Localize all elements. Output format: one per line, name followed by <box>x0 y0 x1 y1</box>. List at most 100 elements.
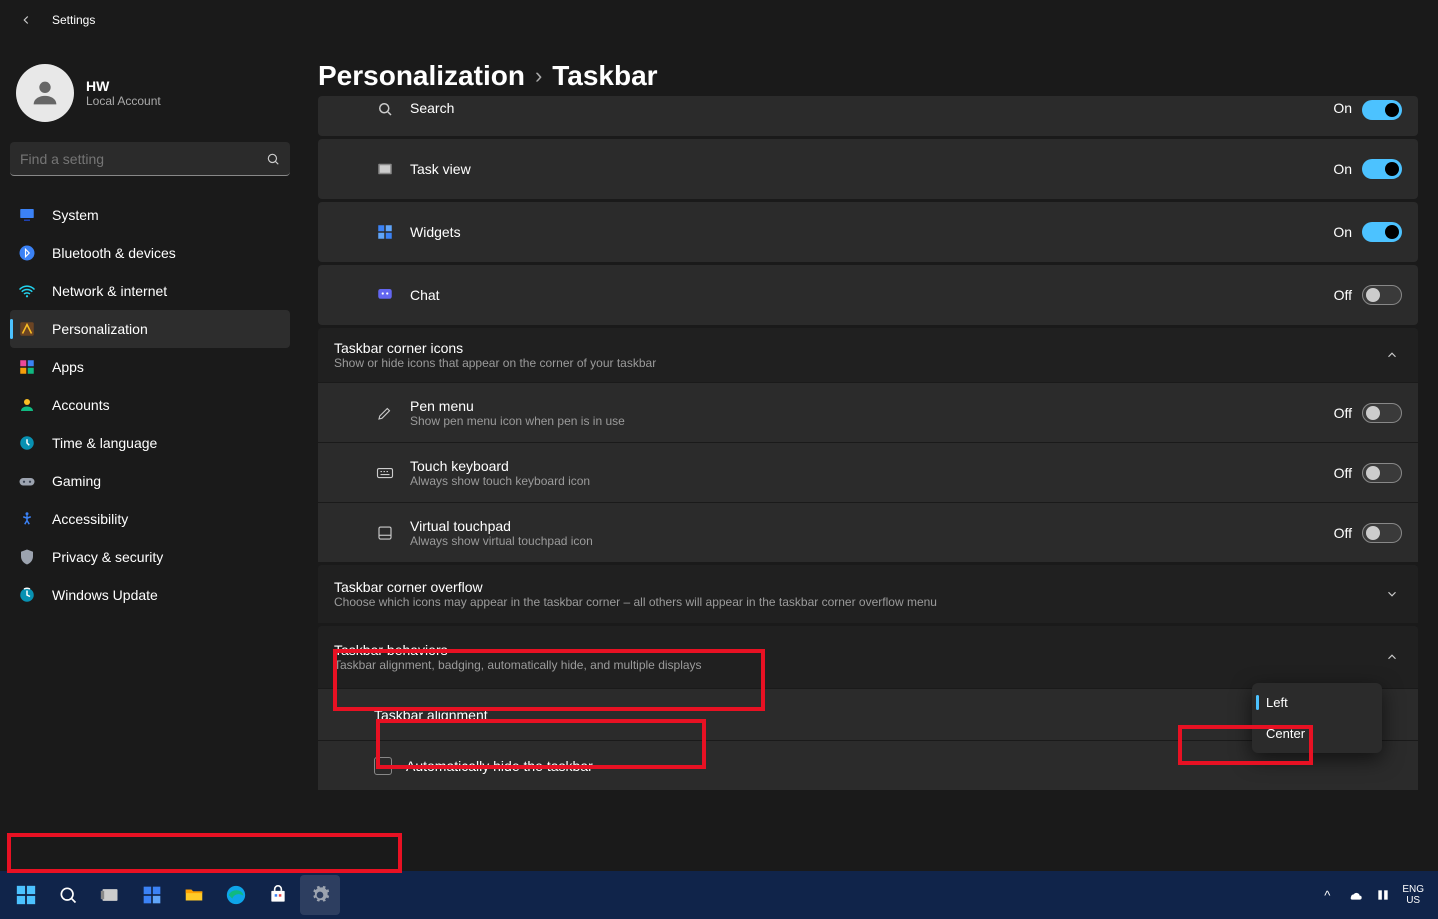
toggle-switch[interactable] <box>1362 222 1402 242</box>
row-title: Widgets <box>410 224 1333 240</box>
search-box[interactable] <box>10 142 290 176</box>
auto-hide-label: Automatically hide the taskbar <box>406 758 593 774</box>
toggle-switch[interactable] <box>1362 463 1402 483</box>
profile-sub: Local Account <box>86 94 161 108</box>
taskbar-items-group: SearchOnTask viewOnWidgetsOnChatOff <box>318 96 1418 325</box>
taskbar-item-chat-row[interactable]: ChatOff <box>318 265 1418 325</box>
profile-block[interactable]: HW Local Account <box>10 50 290 142</box>
chevron-down-icon <box>1382 584 1402 604</box>
windows-taskbar: ^ ENG US <box>0 871 1438 919</box>
section-title: Taskbar behaviors <box>334 642 1372 658</box>
sidebar-item-time[interactable]: Time & language <box>10 424 290 462</box>
onedrive-icon[interactable] <box>1346 886 1364 904</box>
accounts-icon <box>18 396 36 414</box>
taskbar-search-button[interactable] <box>48 875 88 915</box>
chevron-up-icon <box>1382 345 1402 365</box>
profile-name: HW <box>86 78 161 94</box>
toggle-switch[interactable] <box>1362 523 1402 543</box>
sidebar-item-privacy[interactable]: Privacy & security <box>10 538 290 576</box>
taskbar-item-widgets-row[interactable]: WidgetsOn <box>318 202 1418 262</box>
toggle-switch[interactable] <box>1362 100 1402 120</box>
overflow-section[interactable]: Taskbar corner overflow Choose which ico… <box>318 565 1418 623</box>
tray-overflow-button[interactable]: ^ <box>1318 886 1336 904</box>
toggle-state: On <box>1333 161 1352 177</box>
accessibility-icon <box>18 510 36 528</box>
row-sub: Show pen menu icon when pen is in use <box>410 414 1334 428</box>
breadcrumb-parent[interactable]: Personalization <box>318 60 525 92</box>
behaviors-section: Taskbar behaviors Taskbar alignment, bad… <box>318 626 1418 790</box>
search-icon <box>266 152 280 166</box>
row-sub: Always show touch keyboard icon <box>410 474 1334 488</box>
taskbar-item-taskview-row[interactable]: Task viewOn <box>318 139 1418 199</box>
gear-icon <box>310 885 330 905</box>
toggle-switch[interactable] <box>1362 159 1402 179</box>
sidebar-item-label: Time & language <box>52 435 157 451</box>
back-button[interactable] <box>10 4 42 36</box>
task-view-button[interactable] <box>90 875 130 915</box>
edge-button[interactable] <box>216 875 256 915</box>
tray-app-icon[interactable] <box>1374 886 1392 904</box>
sidebar-item-accessibility[interactable]: Accessibility <box>10 500 290 538</box>
store-button[interactable] <box>258 875 298 915</box>
corner-icons-header[interactable]: Taskbar corner icons Show or hide icons … <box>318 328 1418 382</box>
sidebar-item-system[interactable]: System <box>10 196 290 234</box>
corner-icons-section: Taskbar corner icons Show or hide icons … <box>318 328 1418 562</box>
search-input[interactable] <box>20 151 266 167</box>
system-icon <box>18 206 36 224</box>
language-indicator[interactable]: ENG US <box>1402 884 1424 906</box>
chevron-up-icon <box>1382 647 1402 667</box>
pen-icon <box>374 404 396 422</box>
start-button[interactable] <box>6 875 46 915</box>
auto-hide-checkbox[interactable] <box>374 757 392 775</box>
taskbar-alignment-row[interactable]: Taskbar alignment Left Center <box>318 688 1418 740</box>
sidebar-item-accounts[interactable]: Accounts <box>10 386 290 424</box>
widgets-button[interactable] <box>132 875 172 915</box>
taskbar-item-search-row[interactable]: SearchOn <box>318 96 1418 136</box>
chat-icon <box>374 286 396 304</box>
toggle-switch[interactable] <box>1362 285 1402 305</box>
widgets-icon <box>374 223 396 241</box>
row-title: Search <box>410 100 1333 116</box>
chevron-right-icon: › <box>535 63 542 89</box>
section-title: Taskbar corner icons <box>334 340 1372 356</box>
sidebar-item-label: Accessibility <box>52 511 128 527</box>
sidebar-item-gaming[interactable]: Gaming <box>10 462 290 500</box>
toggle-switch[interactable] <box>1362 403 1402 423</box>
row-title: Pen menu <box>410 398 1334 414</box>
taskview-icon <box>374 160 396 178</box>
sidebar-item-update[interactable]: Windows Update <box>10 576 290 614</box>
touchpad-icon <box>374 524 396 542</box>
nav-list: System Bluetooth & devices Network & inter… <box>10 196 290 614</box>
windows-icon <box>15 884 37 906</box>
behaviors-header[interactable]: Taskbar behaviors Taskbar alignment, bad… <box>318 626 1418 688</box>
main-content: Personalization › Taskbar SearchOnTask v… <box>300 40 1438 869</box>
alignment-label: Taskbar alignment <box>374 707 1402 723</box>
sidebar-item-label: Bluetooth & devices <box>52 245 176 261</box>
sidebar-item-personalization[interactable]: Personalization <box>10 310 290 348</box>
row-title: Touch keyboard <box>410 458 1334 474</box>
sidebar-item-apps[interactable]: Apps <box>10 348 290 386</box>
alignment-dropdown[interactable]: Left Center <box>1252 683 1382 753</box>
search-icon <box>374 100 396 118</box>
toggle-state: Off <box>1334 465 1352 481</box>
search-icon <box>58 885 78 905</box>
file-explorer-button[interactable] <box>174 875 214 915</box>
sidebar-item-network[interactable]: Network & internet <box>10 272 290 310</box>
sidebar-item-bluetooth[interactable]: Bluetooth & devices <box>10 234 290 272</box>
section-sub: Taskbar alignment, badging, automaticall… <box>334 658 1372 672</box>
sidebar: HW Local Account System Bluetooth & devic… <box>0 40 300 869</box>
dropdown-option-center[interactable]: Center <box>1252 718 1382 749</box>
keyboard-icon <box>374 464 396 482</box>
settings-app-button[interactable] <box>300 875 340 915</box>
row-title: Task view <box>410 161 1333 177</box>
sidebar-item-label: Windows Update <box>52 587 158 603</box>
corner-item-pen-row[interactable]: Pen menuShow pen menu icon when pen is i… <box>318 382 1418 442</box>
privacy-icon <box>18 548 36 566</box>
corner-item-keyboard-row[interactable]: Touch keyboardAlways show touch keyboard… <box>318 442 1418 502</box>
corner-item-touchpad-row[interactable]: Virtual touchpadAlways show virtual touc… <box>318 502 1418 562</box>
dropdown-option-left[interactable]: Left <box>1252 687 1382 718</box>
sidebar-item-label: Personalization <box>52 321 148 337</box>
sidebar-item-label: Apps <box>52 359 84 375</box>
bluetooth-icon <box>18 244 36 262</box>
sidebar-item-label: Privacy & security <box>52 549 163 565</box>
